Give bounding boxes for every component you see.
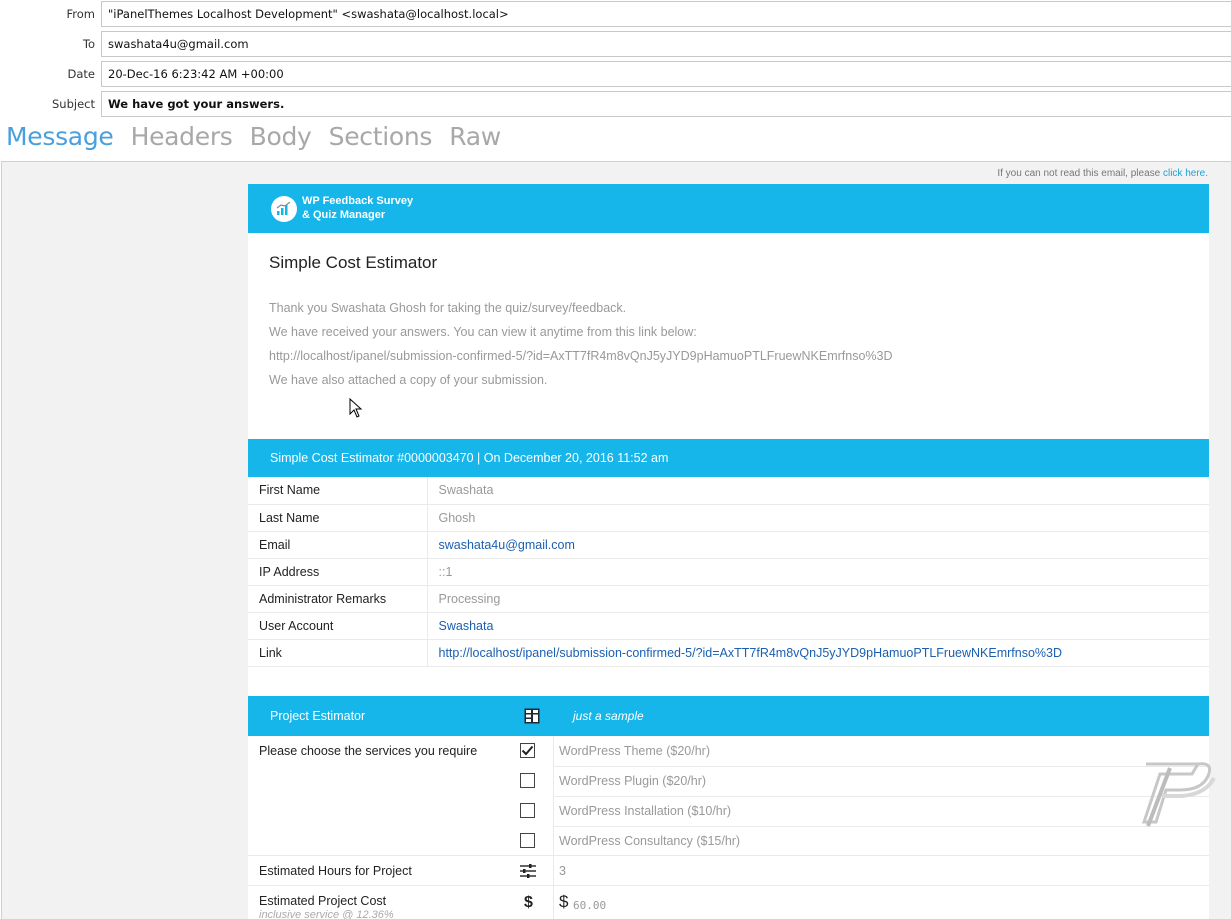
sliders-icon — [520, 864, 536, 878]
project-title: Project Estimator — [270, 709, 366, 723]
services-question: Please choose the services you require — [259, 744, 478, 758]
view-tabs: Message Headers Body Sections Raw — [6, 122, 513, 158]
brand-name: WP Feedback Survey & Quiz Manager — [302, 194, 413, 222]
cost-icon-cell: $ — [512, 886, 554, 919]
table-row: Last Name Ghosh — [248, 504, 1209, 532]
calculator-icon — [524, 708, 540, 727]
cant-read-text: If you can not read this email, please — [997, 168, 1163, 179]
checkbox-installation[interactable] — [520, 803, 535, 818]
info-key: User Account — [248, 612, 428, 640]
cost-subtext: inclusive service @ 12.36% — [259, 909, 394, 919]
brand-line-2: & Quiz Manager — [302, 209, 386, 221]
service-option-cell — [512, 796, 554, 826]
email-link[interactable]: swashata4u@gmail.com — [427, 531, 1209, 559]
check-icon — [521, 745, 534, 756]
service-option-cell — [512, 766, 554, 796]
table-row: Link http://localhost/ipanel/submission-… — [248, 639, 1209, 667]
table-row: User Account Swashata — [248, 612, 1209, 640]
divider — [553, 766, 1209, 767]
tab-body[interactable]: Body — [250, 122, 312, 151]
info-value: ::1 — [427, 558, 1209, 586]
email-title: Simple Cost Estimator — [269, 253, 438, 272]
mouse-cursor-icon — [349, 398, 363, 418]
hours-question-row: Estimated Hours for Project 3 — [248, 856, 1209, 886]
tab-raw[interactable]: Raw — [449, 122, 501, 151]
table-row: Administrator Remarks Processing — [248, 585, 1209, 613]
cost-question-row: Estimated Project Cost inclusive service… — [248, 886, 1209, 919]
intro-line: http://localhost/ipanel/submission-confi… — [269, 349, 893, 363]
tab-sections[interactable]: Sections — [329, 122, 433, 151]
cant-read-notice: If you can not read this email, please c… — [997, 168, 1208, 179]
intro-line: We have received your answers. You can v… — [269, 325, 697, 339]
service-option-label: WordPress Installation ($10/hr) — [559, 804, 732, 818]
table-row: First Name Swashata — [248, 477, 1209, 505]
to-row: To swashata4u@gmail.com — [0, 31, 1231, 57]
info-key: Link — [248, 639, 428, 667]
survey-logo-icon — [271, 196, 297, 222]
from-field[interactable]: "iPanelThemes Localhost Development" <sw… — [101, 1, 1231, 27]
subject-label: Subject — [52, 97, 95, 111]
checkbox-consultancy[interactable] — [520, 833, 535, 848]
submission-info-table: First Name Swashata Last Name Ghosh Emai… — [248, 477, 1209, 667]
cost-question: Estimated Project Cost — [259, 894, 387, 908]
info-key: First Name — [248, 477, 428, 505]
submission-link[interactable]: http://localhost/ipanel/submission-confi… — [427, 639, 1209, 667]
message-preview-pane: If you can not read this email, please c… — [1, 161, 1231, 919]
service-option-label: WordPress Consultancy ($15/hr) — [559, 834, 741, 848]
tab-headers[interactable]: Headers — [131, 122, 233, 151]
service-option-label: WordPress Theme ($20/hr) — [559, 744, 710, 758]
to-field[interactable]: swashata4u@gmail.com — [101, 31, 1231, 57]
brand-header: WP Feedback Survey & Quiz Manager — [248, 184, 1209, 233]
date-label: Date — [67, 67, 96, 81]
checkbox-theme[interactable] — [520, 743, 535, 758]
email-body: WP Feedback Survey & Quiz Manager Simple… — [248, 184, 1209, 919]
info-key: IP Address — [248, 558, 428, 586]
hours-icon-cell — [512, 856, 554, 886]
subject-row: Subject We have got your answers. — [0, 91, 1231, 117]
table-row: Email swashata4u@gmail.com — [248, 531, 1209, 559]
intro-line: Thank you Swashata Ghosh for taking the … — [269, 301, 627, 315]
brand-line-1: WP Feedback Survey — [302, 195, 414, 207]
intro-text: Thank you Swashata Ghosh for taking the … — [269, 296, 893, 392]
from-row: From "iPanelThemes Localhost Development… — [0, 1, 1231, 27]
checkbox-plugin[interactable] — [520, 773, 535, 788]
tab-message[interactable]: Message — [6, 122, 114, 151]
cost-currency: $ — [559, 892, 569, 911]
service-option-cell — [512, 826, 554, 856]
cost-value: 60.00 — [573, 899, 607, 912]
watermark-logo-icon — [1141, 762, 1216, 827]
info-key: Administrator Remarks — [248, 585, 428, 613]
subject-field[interactable]: We have got your answers. — [101, 91, 1231, 117]
divider — [553, 796, 1209, 797]
from-label: From — [66, 7, 96, 21]
info-key: Last Name — [248, 504, 428, 532]
service-option-cell — [512, 736, 554, 766]
click-here-link[interactable]: click here. — [1163, 168, 1208, 179]
user-account-link[interactable]: Swashata — [427, 612, 1209, 640]
hours-question: Estimated Hours for Project — [259, 864, 412, 878]
intro-line: We have also attached a copy of your sub… — [269, 373, 548, 387]
project-subtitle: just a sample — [573, 709, 644, 723]
info-value: Processing — [427, 585, 1209, 613]
project-estimator-header: Project Estimator just a sample — [248, 696, 1209, 736]
date-field[interactable]: 20-Dec-16 6:23:42 AM +00:00 — [101, 61, 1231, 87]
info-value: Ghosh — [427, 504, 1209, 532]
hours-value: 3 — [559, 864, 566, 878]
table-row: IP Address ::1 — [248, 558, 1209, 586]
to-label: To — [82, 37, 95, 51]
info-value: Swashata — [427, 477, 1209, 505]
dollar-icon: $ — [524, 894, 533, 911]
service-option-label: WordPress Plugin ($20/hr) — [559, 774, 707, 788]
services-question-row: Please choose the services you require W… — [248, 736, 1209, 856]
submission-header: Simple Cost Estimator #0000003470 | On D… — [248, 439, 1209, 477]
info-key: Email — [248, 531, 428, 559]
divider — [553, 826, 1209, 827]
date-row: Date 20-Dec-16 6:23:42 AM +00:00 — [0, 61, 1231, 87]
